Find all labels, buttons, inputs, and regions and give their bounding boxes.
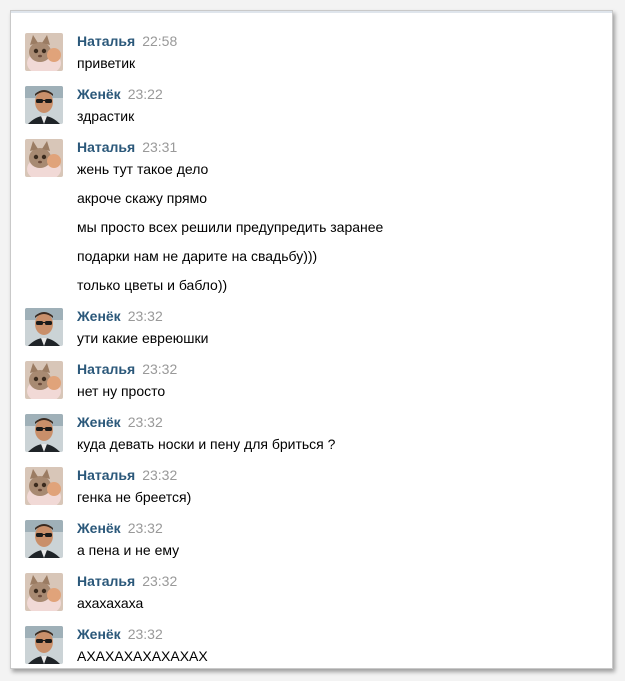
message-text-lines: куда девать носки и пену для бриться ? xyxy=(77,434,335,463)
message-header: Женёк 23:32 xyxy=(77,624,163,644)
man-sunglasses-avatar[interactable] xyxy=(25,626,63,664)
message-text-lines: приветик xyxy=(77,53,135,82)
message-time: 23:32 xyxy=(142,573,178,589)
message-header: Наталья 23:32 xyxy=(77,359,177,379)
author-name-link[interactable]: Женёк xyxy=(77,308,121,324)
message-time: 23:32 xyxy=(127,626,163,642)
cat-avatar[interactable] xyxy=(25,139,63,177)
author-name-link[interactable]: Женёк xyxy=(77,520,121,536)
cat-avatar[interactable] xyxy=(25,467,63,505)
message-history[interactable]: Наталья 22:58 приветик Женёк 23:22 здрастик … xyxy=(11,11,612,668)
message-header: Женёк 23:32 xyxy=(77,518,163,538)
author-name-link[interactable]: Наталья xyxy=(77,33,135,49)
message-header: Наталья 22:58 xyxy=(77,31,177,51)
message-text-lines: а пена и не ему xyxy=(77,540,179,569)
message-text-lines: нет ну просто xyxy=(77,381,165,410)
author-name-link[interactable]: Женёк xyxy=(77,86,121,102)
cat-avatar[interactable] xyxy=(25,361,63,399)
message-header: Наталья 23:32 xyxy=(77,571,177,591)
message-text-lines: генка не бреется) xyxy=(77,487,191,516)
message-text-lines: ути какие евреюшки xyxy=(77,328,208,357)
message-header: Наталья 23:32 xyxy=(77,465,177,485)
author-name-link[interactable]: Наталья xyxy=(77,467,135,483)
message-text: а пена и не ему xyxy=(77,542,180,558)
message-text: только цветы и бабло)) xyxy=(77,277,228,293)
message-text: приветик xyxy=(77,55,136,71)
message-text: подарки нам не дарите на свадьбу))) xyxy=(77,248,318,264)
message-time: 23:32 xyxy=(142,361,178,377)
message-text: здрастик xyxy=(77,108,135,124)
author-name-link[interactable]: Женёк xyxy=(77,414,121,430)
message-text: нет ну просто xyxy=(77,383,166,399)
message-text: жень тут такое дело xyxy=(77,161,209,177)
message-header: Наталья 23:31 xyxy=(77,137,177,157)
author-name-link[interactable]: Наталья xyxy=(77,361,135,377)
message-text: куда девать носки и пену для бриться ? xyxy=(77,436,336,452)
cat-avatar[interactable] xyxy=(25,33,63,71)
message-header: Женёк 23:22 xyxy=(77,84,163,104)
author-name-link[interactable]: Наталья xyxy=(77,139,135,155)
message-text: мы просто всех решили предупредить заран… xyxy=(77,219,384,235)
cat-avatar[interactable] xyxy=(25,573,63,611)
message-text: акроче скажу прямо xyxy=(77,190,207,206)
message-time: 23:22 xyxy=(127,86,163,102)
message-text-lines: АХАХАХАХАХАХАХ xyxy=(77,646,208,675)
message-time: 23:32 xyxy=(127,414,163,430)
message-text: ути какие евреюшки xyxy=(77,330,209,346)
man-sunglasses-avatar[interactable] xyxy=(25,86,63,124)
message-text-lines: ахахахаха xyxy=(77,593,143,622)
man-sunglasses-avatar[interactable] xyxy=(25,414,63,452)
man-sunglasses-avatar[interactable] xyxy=(25,308,63,346)
message-text: ахахахаха xyxy=(77,595,144,611)
man-sunglasses-avatar[interactable] xyxy=(25,520,63,558)
author-name-link[interactable]: Наталья xyxy=(77,573,135,589)
author-name-link[interactable]: Женёк xyxy=(77,626,121,642)
message-time: 23:32 xyxy=(127,308,163,324)
message-text: генка не бреется) xyxy=(77,489,192,505)
message-text-lines: здрастик xyxy=(77,106,134,135)
message-header: Женёк 23:32 xyxy=(77,306,163,326)
message-text-lines: жень тут такое дело акроче скажу прямо мы … xyxy=(77,159,383,304)
chat-window: Наталья 22:58 приветик Женёк 23:22 здрастик … xyxy=(10,10,613,669)
message-text: АХАХАХАХАХАХАХ xyxy=(77,648,208,664)
message-time: 22:58 xyxy=(142,33,178,49)
message-time: 23:31 xyxy=(142,139,178,155)
message-time: 23:32 xyxy=(127,520,163,536)
message-header: Женёк 23:32 xyxy=(77,412,163,432)
message-time: 23:32 xyxy=(142,467,178,483)
